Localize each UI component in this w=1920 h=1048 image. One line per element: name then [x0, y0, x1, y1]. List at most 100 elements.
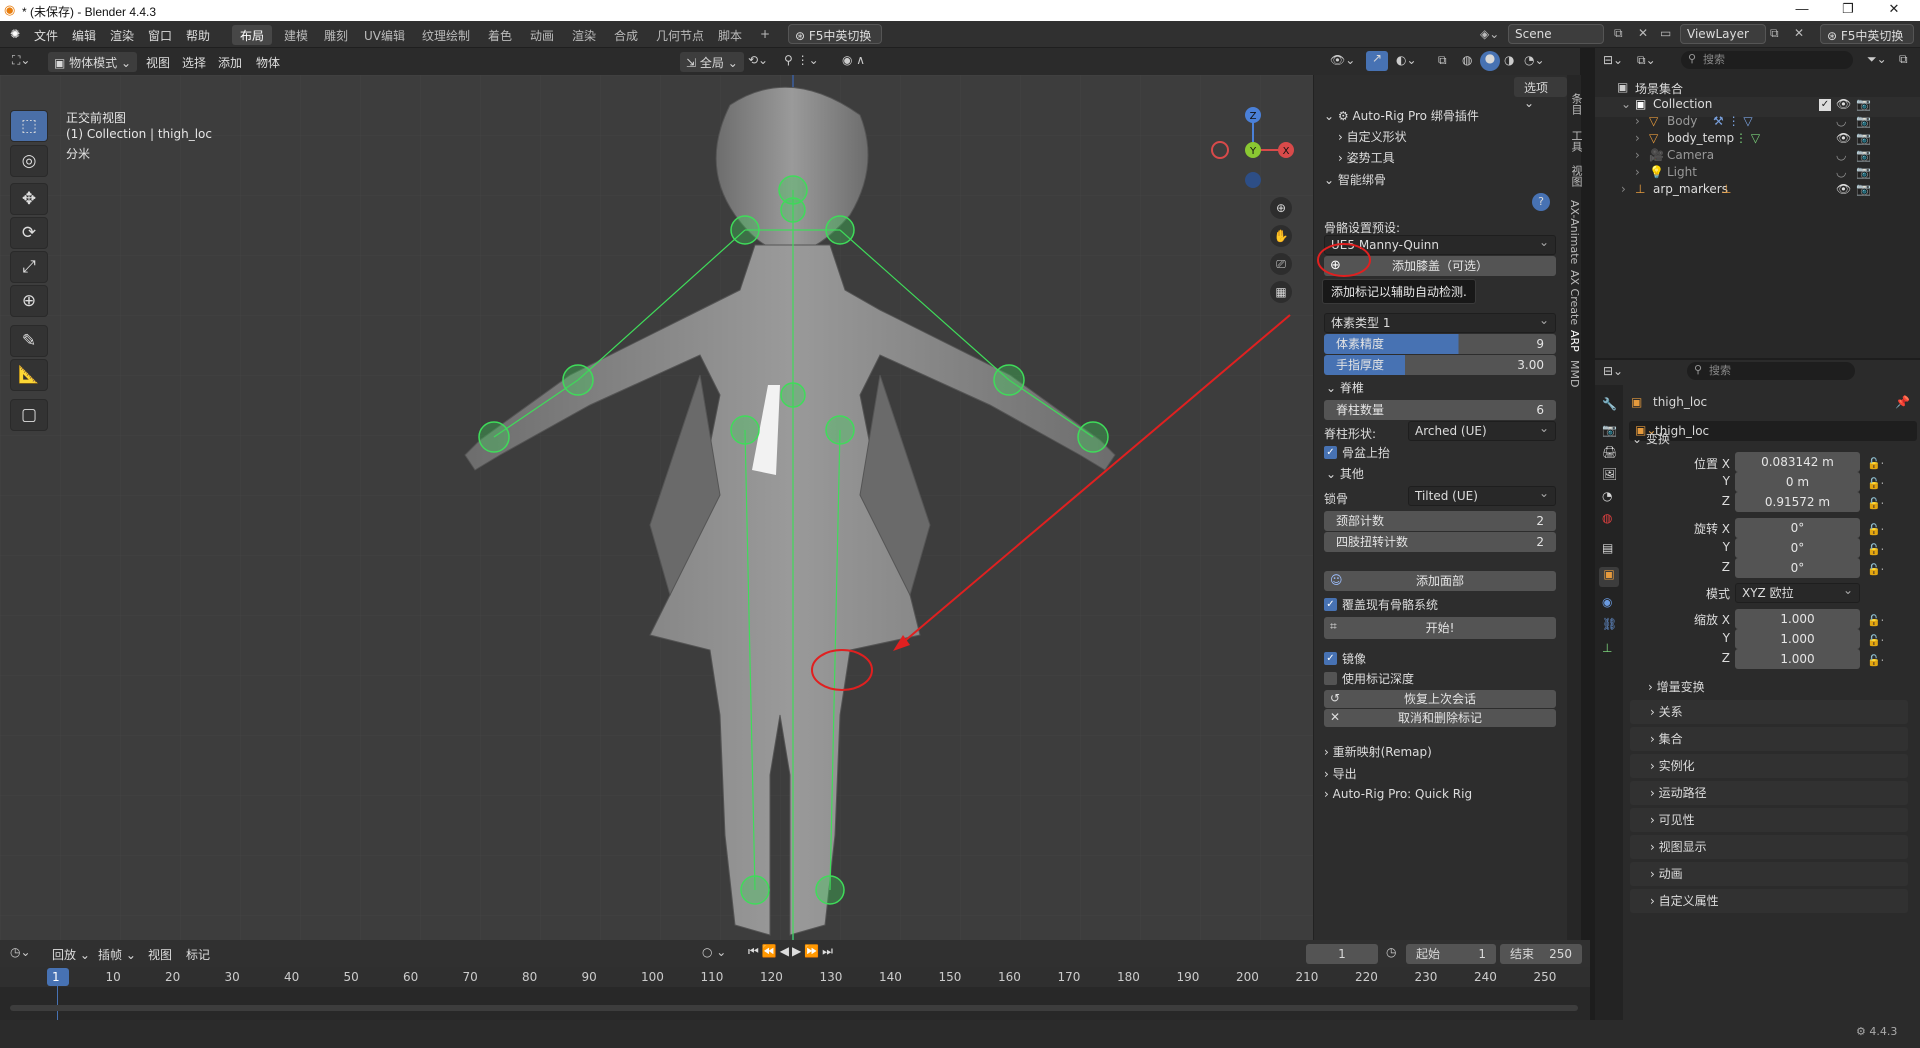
spine-count-field[interactable]: 脊柱数量 6 [1324, 400, 1556, 420]
timeline-menu-playback[interactable]: 回放 ⌄ [52, 946, 90, 963]
object-tab-icon[interactable]: ▣ [1599, 567, 1619, 587]
location-z-field[interactable]: 0.91572 m [1735, 492, 1860, 512]
tool-tab-icon[interactable]: 🔧 [1602, 397, 1617, 411]
camera-render-icon[interactable]: 📷 [1856, 148, 1871, 162]
tab-item[interactable]: 条目 [1568, 93, 1584, 115]
new-scene-icon[interactable]: ⧉ [1614, 26, 1623, 41]
collection-checkbox[interactable]: ✓ [1819, 99, 1831, 111]
section-instancing[interactable]: › 实例化 [1630, 754, 1908, 778]
cancel-delete-button[interactable]: 取消和删除标记 [1324, 709, 1556, 727]
outliner-editor-icon[interactable]: ⊟⌄ [1603, 53, 1623, 67]
transform-orientation[interactable]: ⇲ 全局 ⌄ [680, 52, 744, 72]
add-cube-tool-icon[interactable]: ▢ [10, 399, 48, 431]
location-y-field[interactable]: 0 m [1735, 472, 1860, 492]
lock-icons[interactable]: 🔓⋅ 🔓⋅ 🔓⋅ [1867, 454, 1884, 514]
section-collections[interactable]: › 集合 [1630, 727, 1908, 751]
pelvis-up-checkbox[interactable]: ✓ [1324, 446, 1337, 459]
menu-edit[interactable]: 编辑 [72, 27, 96, 44]
annotate-tool-icon[interactable]: ✎ [10, 325, 48, 357]
tab-animation[interactable]: 动画 [522, 25, 562, 45]
export-panel[interactable]: › 导出 [1324, 765, 1357, 782]
timeline-editor-icon[interactable]: ◷⌄ [10, 945, 31, 959]
camera-icon-body-temp[interactable]: 📷 [1856, 131, 1871, 145]
other-panel[interactable]: ⌄ 其他 [1326, 465, 1364, 482]
tab-shading[interactable]: 着色 [480, 25, 520, 45]
new-collection-icon[interactable]: ⧉ [1899, 52, 1908, 67]
filter-icon[interactable]: ⏷⌄ [1867, 52, 1887, 67]
blender-menu-icon[interactable]: ✺ [10, 27, 20, 41]
delta-transform-panel[interactable]: › 增量变换 [1648, 678, 1705, 695]
section-custom-properties[interactable]: › 自定义属性 [1630, 889, 1908, 913]
move-tool-icon[interactable]: ✥ [10, 183, 48, 215]
add-workspace-button[interactable]: + [752, 25, 778, 45]
eye-icon[interactable]: 👁 [1836, 97, 1851, 111]
close-button[interactable]: ✕ [1872, 1, 1916, 17]
eye-hidden-icon[interactable]: ◡ [1836, 114, 1846, 128]
spine-shape-dropdown[interactable]: Arched (UE) [1408, 419, 1556, 441]
eye-icon-body-temp[interactable]: 👁 [1836, 131, 1851, 145]
camera-icon-body[interactable]: 📷 [1856, 114, 1871, 128]
playback-controls[interactable]: ⏮⏪◀▶⏩⏭ [748, 944, 836, 959]
pan-hand-icon[interactable]: ✋ [1270, 225, 1292, 247]
tab-mmd[interactable]: MMD [1568, 360, 1581, 387]
scale-y-field[interactable]: 1.000 [1735, 629, 1860, 649]
menu-window[interactable]: 窗口 [148, 27, 172, 44]
pose-tools-panel[interactable]: › 姿势工具 [1338, 149, 1395, 166]
camera-icon-light[interactable]: 📷 [1856, 165, 1871, 179]
tab-sculpting[interactable]: 雕刻 [316, 25, 356, 45]
add-face-button[interactable]: 添加面部 [1324, 571, 1556, 591]
eye-hidden-icon-camera[interactable]: ◡ [1836, 148, 1846, 162]
outliner-search-input[interactable]: 搜索 [1681, 51, 1853, 69]
world-tab-icon[interactable]: ◍ [1602, 511, 1612, 525]
menu-file[interactable]: 文件 [34, 27, 58, 44]
editor-type-icon[interactable]: ⛶⌄ [12, 53, 30, 68]
scene-selector[interactable]: Scene [1508, 24, 1604, 44]
tab-texture-paint[interactable]: 纹理绘制 [414, 25, 478, 45]
rotation-mode-dropdown[interactable]: XYZ 欧拉 [1735, 581, 1860, 603]
remove-scene-icon[interactable]: ✕ [1638, 26, 1648, 40]
section-visibility[interactable]: › 可见性 [1630, 808, 1908, 832]
display-mode-icon[interactable]: ⧉⌄ [1637, 53, 1656, 68]
camera-icon[interactable]: 📷 [1856, 97, 1871, 111]
tab-layout[interactable]: 布局 [232, 25, 273, 45]
menu-render[interactable]: 渲染 [110, 27, 134, 44]
data-tab-icon[interactable]: ⊥ [1602, 641, 1612, 655]
maximize-button[interactable]: ❐ [1826, 1, 1870, 17]
section-motion-paths[interactable]: › 运动路径 [1630, 781, 1908, 805]
scale-x-field[interactable]: 1.000 [1735, 609, 1860, 629]
pivot-icon[interactable]: ⟲⌄ [748, 53, 768, 67]
remove-viewlayer-icon[interactable]: ✕ [1794, 26, 1804, 40]
gizmo-toggle-icon[interactable]: ↗ [1366, 51, 1388, 71]
transform-panel[interactable]: ⌄ 变换 [1632, 430, 1670, 447]
vp-menu-view[interactable]: 视图 [146, 54, 170, 71]
section-animation[interactable]: › 动画 [1630, 862, 1908, 886]
tab-compositing[interactable]: 合成 [606, 25, 646, 45]
viewlayer-icon[interactable]: ▭ [1660, 26, 1671, 40]
overwrite-checkbox[interactable]: ✓ [1324, 598, 1337, 611]
select-box-tool-icon[interactable]: ⬚ [10, 110, 48, 142]
view-layer-tab-icon[interactable]: 🖼 [1602, 467, 1617, 481]
section-relations[interactable]: › 关系 [1630, 700, 1908, 724]
camera-view-icon[interactable]: ⎚ [1270, 253, 1292, 275]
ime-toggle-button-right[interactable]: ⊛ F5中英切换 [1820, 24, 1914, 44]
clavicle-dropdown[interactable]: Tilted (UE) [1408, 484, 1556, 506]
voxel-precision-field[interactable]: 体素精度 9 [1324, 334, 1556, 354]
wireframe-shading-icon[interactable]: ◍ [1462, 53, 1472, 67]
eye-icon-arp[interactable]: 👁 [1836, 182, 1851, 196]
help-button[interactable]: ? [1532, 193, 1550, 211]
ime-toggle-button[interactable]: ⊛ F5中英切换 [788, 24, 882, 44]
auto-key-icon[interactable]: ○ ⌄ [702, 945, 726, 959]
vp-menu-object[interactable]: 物体 [256, 54, 280, 71]
options-button[interactable]: 选项 ⌄ [1514, 77, 1567, 110]
eye-hidden-icon-light[interactable]: ◡ [1836, 165, 1846, 179]
tab-tool[interactable]: 工具 [1568, 130, 1584, 152]
scene-icon[interactable]: ◈⌄ [1480, 27, 1499, 41]
navigation-gizmo[interactable]: Z X Y [1208, 105, 1298, 195]
preview-range-icon[interactable]: ◷ [1386, 945, 1396, 959]
ortho-grid-icon[interactable]: ▦ [1270, 281, 1292, 303]
tab-uv-editing[interactable]: UV编辑 [356, 25, 413, 45]
xray-icon[interactable]: ⧉ [1438, 53, 1447, 68]
camera-icon-arp[interactable]: 📷 [1856, 182, 1871, 196]
constraints-tab-icon[interactable]: ⛓ [1602, 617, 1617, 631]
timeline-menu-keying[interactable]: 插帧 ⌄ [98, 946, 136, 963]
